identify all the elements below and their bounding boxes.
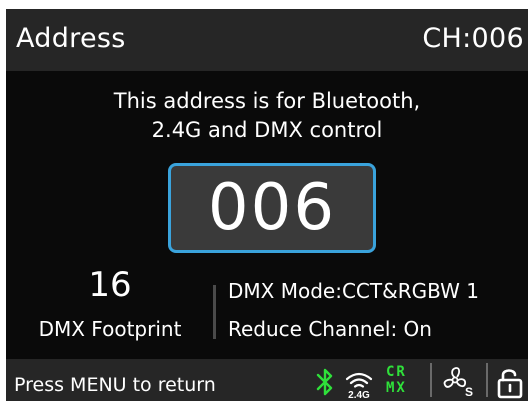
dmx-mode-text: DMX Mode:CCT&RGBW 1 (228, 279, 479, 303)
bluetooth-icon (316, 368, 333, 396)
footer-separator (430, 363, 432, 397)
dmx-footprint-label: DMX Footprint (38, 317, 182, 341)
dmx-footprint-value: 16 (88, 265, 132, 305)
device-screen: Address CH:006 This address is for Bluet… (6, 9, 528, 401)
vertical-divider (213, 285, 216, 339)
footer-hint: Press MENU to return (14, 374, 216, 396)
unlock-icon (497, 369, 523, 399)
header-bar: Address CH:006 (6, 9, 528, 71)
address-value-field[interactable]: 006 (168, 163, 376, 253)
footer-bar: Press MENU to return 2.4G CR MX S (6, 359, 528, 401)
crmx-bottom-text: MX (386, 380, 407, 396)
footer-separator (486, 363, 488, 397)
info-text-line-2: 2.4G and DMX control (151, 118, 383, 142)
fan-silent-icon: S (443, 367, 473, 399)
wireless-2.4g-icon: 2.4G (345, 372, 373, 399)
fan-label: S (465, 385, 473, 399)
crmx-top-text: CR (386, 364, 407, 380)
page-title: Address (16, 23, 126, 54)
channel-indicator: CH:006 (422, 23, 524, 54)
reduce-channel-text: Reduce Channel: On (228, 317, 432, 341)
crmx-icon: CR MX (386, 364, 426, 400)
info-text-line-1: This address is for Bluetooth, (113, 89, 421, 113)
wifi-label: 2.4G (348, 390, 370, 399)
